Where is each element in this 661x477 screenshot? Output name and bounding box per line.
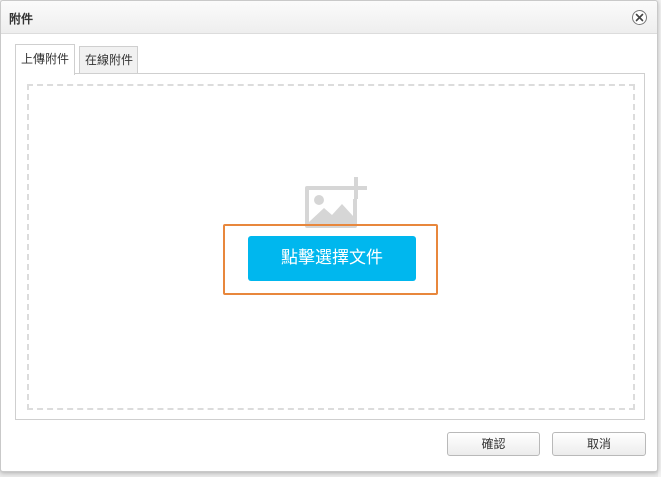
- close-button[interactable]: [632, 10, 647, 25]
- attachment-dialog: 附件 上傳附件 在線附件 點擊選擇文件 確認 取消: [0, 0, 658, 472]
- tab-upload-attachment[interactable]: 上傳附件: [15, 44, 75, 75]
- image-add-icon: [305, 177, 367, 228]
- upload-panel: 點擊選擇文件: [15, 73, 645, 420]
- cancel-button[interactable]: 取消: [552, 432, 646, 456]
- dialog-title: 附件: [9, 12, 34, 26]
- dialog-titlebar: 附件: [1, 1, 657, 34]
- dialog-tabs: 上傳附件 在線附件: [15, 44, 643, 75]
- confirm-button[interactable]: 確認: [447, 432, 540, 456]
- tab-online-attachment[interactable]: 在線附件: [79, 46, 138, 74]
- close-icon: [635, 13, 644, 22]
- pick-file-button[interactable]: 點擊選擇文件: [248, 236, 416, 281]
